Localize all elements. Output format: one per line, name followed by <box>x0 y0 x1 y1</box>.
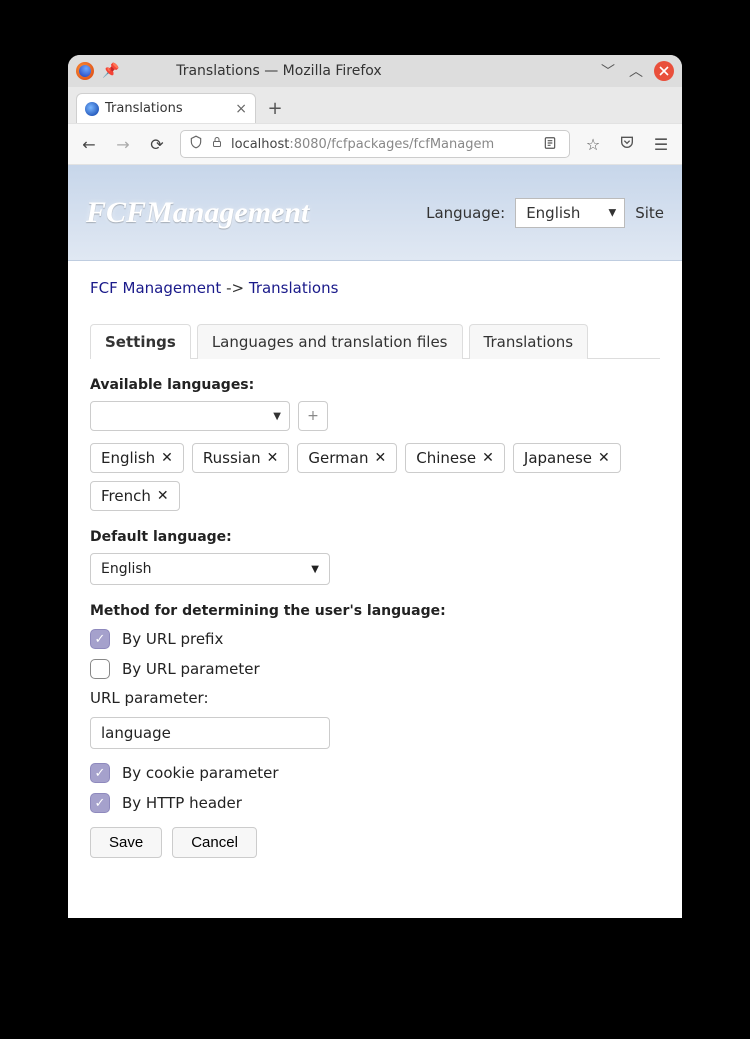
browser-tab-active[interactable]: Translations × <box>76 93 256 123</box>
default-language-label: Default language: <box>90 529 660 545</box>
window-title: Translations — Mozilla Firefox <box>127 63 430 79</box>
checkbox-cookie-parameter-label: By cookie parameter <box>122 764 279 782</box>
pin-icon[interactable]: 📌 <box>102 63 119 79</box>
language-label: Language: <box>426 204 505 222</box>
page-tabs: Settings Languages and translation files… <box>90 323 660 359</box>
checkbox-http-header[interactable]: ✓ <box>90 793 110 813</box>
language-tag: English✕ <box>90 443 184 473</box>
maximize-button[interactable]: ︿ <box>626 61 646 81</box>
header-language-select[interactable]: English <box>515 198 625 228</box>
language-tag: Russian✕ <box>192 443 290 473</box>
shield-icon[interactable] <box>189 135 203 153</box>
close-button[interactable] <box>654 61 674 81</box>
browser-tab-label: Translations <box>105 101 183 116</box>
brand-logo: FCFManagement <box>86 196 309 230</box>
new-tab-button[interactable]: + <box>262 95 288 121</box>
globe-icon <box>85 102 99 116</box>
browser-toolbar: ← → ⟳ localhost:8080/fcfpackages/fcfMana… <box>68 123 682 165</box>
firefox-window: 📌 Translations — Mozilla Firefox ﹀ ︿ Tra… <box>68 55 682 918</box>
breadcrumb-root[interactable]: FCF Management <box>90 279 221 297</box>
chevron-down-icon: ▼ <box>311 564 319 575</box>
page-content: FCF Management -> Translations Settings … <box>68 261 682 918</box>
language-tag: German✕ <box>297 443 397 473</box>
lock-icon[interactable] <box>211 135 223 153</box>
reader-mode-icon[interactable] <box>539 135 561 154</box>
cancel-button[interactable]: Cancel <box>172 827 257 858</box>
method-label: Method for determining the user's langua… <box>90 603 660 619</box>
save-button[interactable]: Save <box>90 827 162 858</box>
available-language-combo[interactable]: ▼ <box>90 401 290 431</box>
pocket-icon[interactable] <box>616 134 638 154</box>
tab-close-icon[interactable]: × <box>235 101 247 117</box>
firefox-icon <box>76 62 94 80</box>
breadcrumb-leaf[interactable]: Translations <box>249 279 339 297</box>
hamburger-menu-icon[interactable]: ☰ <box>650 135 672 154</box>
minimize-button[interactable]: ﹀ <box>598 61 618 81</box>
window-titlebar: 📌 Translations — Mozilla Firefox ﹀ ︿ <box>68 55 682 87</box>
remove-tag-icon[interactable]: ✕ <box>598 450 610 466</box>
tab-settings[interactable]: Settings <box>90 324 191 359</box>
site-link[interactable]: Site <box>635 204 664 222</box>
breadcrumb-separator: -> <box>226 279 244 297</box>
available-languages-label: Available languages: <box>90 377 660 393</box>
checkbox-url-parameter[interactable] <box>90 659 110 679</box>
checkbox-url-prefix[interactable]: ✓ <box>90 629 110 649</box>
bookmark-star-icon[interactable]: ☆ <box>582 135 604 154</box>
language-tag: Chinese✕ <box>405 443 505 473</box>
checkbox-http-header-label: By HTTP header <box>122 794 242 812</box>
chevron-down-icon: ▼ <box>273 411 281 422</box>
browser-tabbar: Translations × + <box>68 87 682 123</box>
language-tag: Japanese✕ <box>513 443 621 473</box>
breadcrumb: FCF Management -> Translations <box>90 279 660 297</box>
checkbox-url-prefix-label: By URL prefix <box>122 630 223 648</box>
tab-languages-files[interactable]: Languages and translation files <box>197 324 463 359</box>
page-header: FCFManagement Language: English Site <box>68 165 682 261</box>
remove-tag-icon[interactable]: ✕ <box>161 450 173 466</box>
remove-tag-icon[interactable]: ✕ <box>374 450 386 466</box>
tab-translations[interactable]: Translations <box>469 324 589 359</box>
url-text: localhost:8080/fcfpackages/fcfManagem <box>231 137 494 152</box>
remove-tag-icon[interactable]: ✕ <box>267 450 279 466</box>
url-parameter-input[interactable]: language <box>90 717 330 749</box>
back-button[interactable]: ← <box>78 135 100 154</box>
language-tag: French✕ <box>90 481 180 511</box>
forward-button[interactable]: → <box>112 135 134 154</box>
url-parameter-label: URL parameter: <box>90 689 660 707</box>
reload-button[interactable]: ⟳ <box>146 135 168 154</box>
language-tag-list: English✕ Russian✕ German✕ Chinese✕ Japan… <box>90 443 660 511</box>
add-language-button[interactable]: + <box>298 401 328 431</box>
remove-tag-icon[interactable]: ✕ <box>482 450 494 466</box>
checkbox-url-parameter-label: By URL parameter <box>122 660 260 678</box>
checkbox-cookie-parameter[interactable]: ✓ <box>90 763 110 783</box>
default-language-select[interactable]: English ▼ <box>90 553 330 585</box>
remove-tag-icon[interactable]: ✕ <box>157 488 169 504</box>
url-bar[interactable]: localhost:8080/fcfpackages/fcfManagem <box>180 130 570 158</box>
